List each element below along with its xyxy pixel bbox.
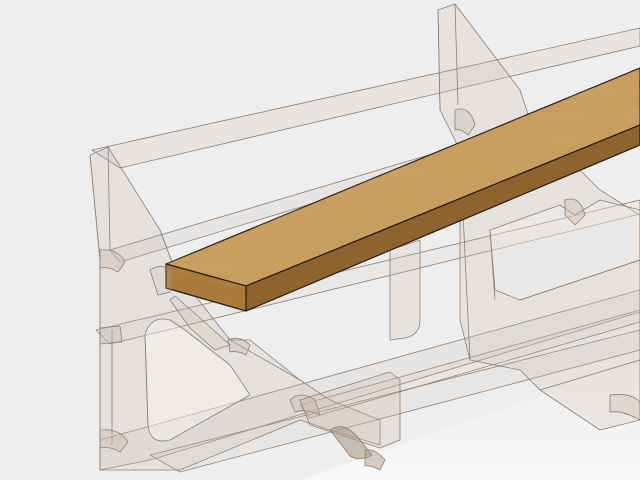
3d-model-viewport[interactable] <box>0 0 640 480</box>
model-scene[interactable] <box>0 0 640 480</box>
